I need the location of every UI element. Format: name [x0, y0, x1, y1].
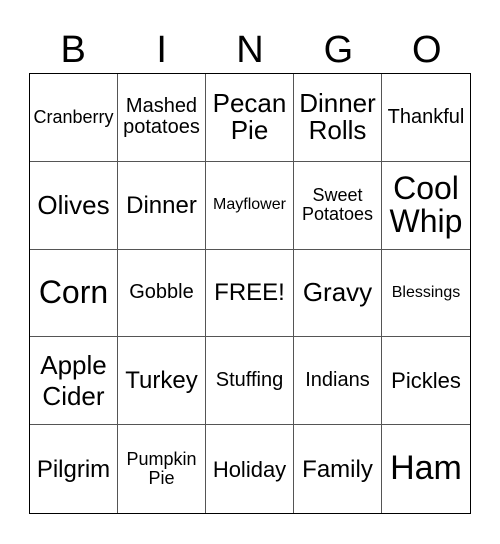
header-letter-i: I — [156, 29, 167, 71]
bingo-cell[interactable]: Corn — [30, 249, 118, 338]
bingo-cell[interactable]: Thankful — [382, 74, 470, 162]
bingo-cell[interactable]: Turkey — [118, 337, 206, 426]
bingo-cell[interactable]: Olives — [30, 161, 118, 250]
bingo-cell[interactable]: Dinner — [118, 161, 206, 250]
free-space-cell[interactable]: FREE! — [206, 249, 294, 338]
bingo-cell[interactable]: Gobble — [118, 249, 206, 338]
bingo-cell[interactable]: Blessings — [382, 250, 470, 338]
bingo-header: B I N G O — [29, 30, 471, 70]
bingo-cell[interactable]: Family — [294, 425, 382, 513]
bingo-cell[interactable]: Pecan Pie — [206, 74, 294, 162]
bingo-cell[interactable]: Pumpkin Pie — [118, 425, 206, 513]
bingo-cell[interactable]: Dinner Rolls — [294, 74, 382, 162]
bingo-cell[interactable]: Pickles — [382, 337, 470, 426]
bingo-cell[interactable]: Ham — [382, 425, 470, 513]
bingo-cell[interactable]: Mayflower — [206, 161, 294, 250]
header-letter-n: N — [236, 29, 264, 71]
bingo-grid: Cranberry Mashed potatoes Pecan Pie Dinn… — [29, 73, 471, 514]
bingo-cell[interactable]: Stuffing — [206, 337, 294, 426]
bingo-cell[interactable]: Holiday — [206, 425, 294, 513]
header-letter-o: O — [412, 29, 442, 71]
bingo-cell[interactable]: Pilgrim — [30, 425, 118, 513]
bingo-cell[interactable]: Cranberry — [30, 74, 118, 162]
bingo-cell[interactable]: Apple Cider — [30, 337, 118, 426]
bingo-cell[interactable]: Sweet Potatoes — [294, 161, 382, 250]
bingo-cell[interactable]: Cool Whip — [382, 162, 470, 250]
header-letter-b: B — [60, 29, 86, 71]
bingo-cell[interactable]: Indians — [294, 337, 382, 426]
header-letter-g: G — [323, 29, 354, 71]
bingo-cell[interactable]: Mashed potatoes — [118, 74, 206, 162]
bingo-cell[interactable]: Gravy — [294, 249, 382, 338]
